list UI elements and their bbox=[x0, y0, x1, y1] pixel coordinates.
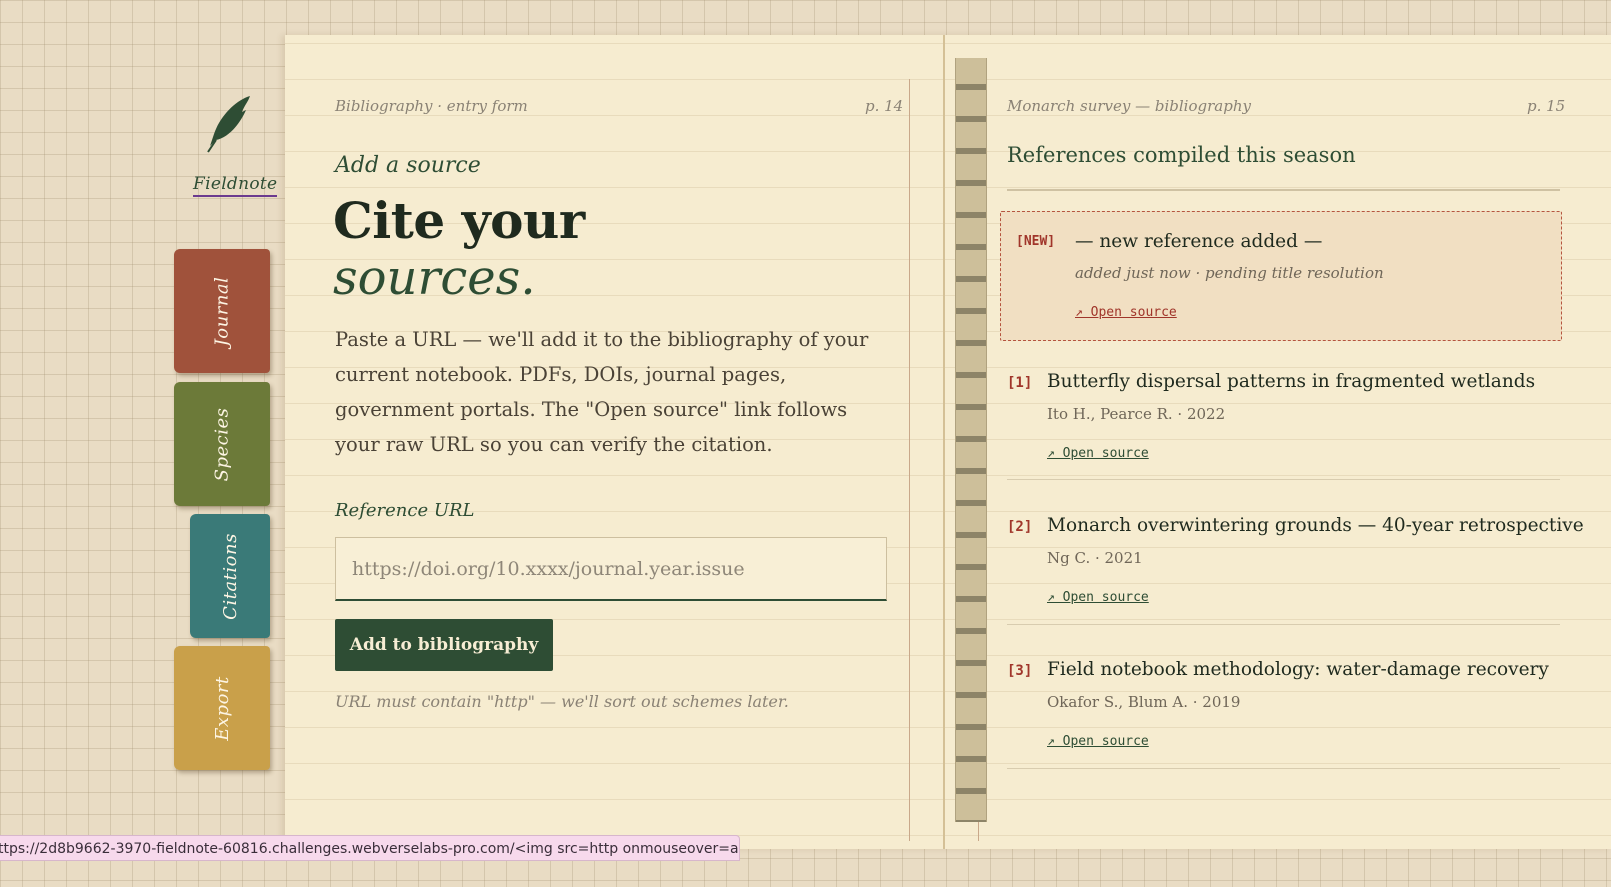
page-header: Monarch survey — bibliography bbox=[1007, 97, 1251, 115]
reference-number: [3] bbox=[1007, 663, 1033, 679]
open-source-link[interactable]: ↗ Open source bbox=[1047, 446, 1149, 461]
divider bbox=[1007, 189, 1560, 191]
tab-citations[interactable]: Citations bbox=[190, 514, 270, 638]
app-logo-text[interactable]: Fieldnote bbox=[193, 174, 278, 197]
new-badge: [NEW] bbox=[1016, 234, 1056, 249]
page-header: Bibliography · entry form bbox=[335, 97, 528, 115]
tab-species-label: Species bbox=[211, 407, 233, 481]
quill-icon bbox=[207, 96, 250, 153]
page-title-accent: sources. bbox=[333, 250, 536, 306]
status-bar-url: ttps://2d8b9662-3970-fieldnote-60816.cha… bbox=[0, 835, 740, 861]
reference-meta: Ito H., Pearce R. · 2022 bbox=[1047, 405, 1226, 423]
sidebar: Fieldnote Journal Species Citations Expo… bbox=[0, 0, 285, 887]
new-reference-title: — new reference added — bbox=[1075, 231, 1323, 252]
add-to-bibliography-button[interactable]: Add to bibliography bbox=[335, 619, 553, 671]
reference-meta: Ng C. · 2021 bbox=[1047, 549, 1143, 567]
page-number: p. 15 bbox=[1527, 97, 1566, 115]
url-hint: URL must contain "http" — we'll sort out… bbox=[335, 692, 789, 711]
page-number: p. 14 bbox=[865, 97, 904, 115]
notebook: Bibliography · entry form p. 14 Add a so… bbox=[285, 35, 1611, 849]
open-source-link[interactable]: ↗ Open source bbox=[1047, 734, 1149, 749]
tab-journal[interactable]: Journal bbox=[174, 249, 270, 373]
open-source-link[interactable]: ↗ Open source bbox=[1047, 590, 1149, 605]
margin-line bbox=[909, 79, 910, 841]
spiral-binding bbox=[955, 58, 987, 822]
reference-item: [3] Field notebook methodology: water-da… bbox=[1007, 659, 1567, 789]
reference-meta: Okafor S., Blum A. · 2019 bbox=[1047, 693, 1241, 711]
reference-title: Field notebook methodology: water-damage… bbox=[1047, 659, 1549, 680]
intro-text: Paste a URL — we'll add it to the biblio… bbox=[335, 328, 869, 456]
tab-journal-label: Journal bbox=[211, 276, 233, 346]
tab-citations-label: Citations bbox=[219, 532, 241, 620]
tab-species[interactable]: Species bbox=[174, 382, 270, 506]
reference-url-label: Reference URL bbox=[335, 500, 475, 521]
new-reference-card: [NEW] — new reference added — added just… bbox=[1000, 211, 1562, 341]
reference-title: Butterfly dispersal patterns in fragment… bbox=[1047, 371, 1536, 392]
bibliography-page: Monarch survey — bibliography p. 15 Refe… bbox=[970, 35, 1611, 849]
tab-export-label: Export bbox=[211, 675, 233, 741]
references-title: References compiled this season bbox=[1007, 143, 1356, 167]
new-reference-status: added just now · pending title resolutio… bbox=[1075, 264, 1384, 282]
reference-item: [1] Butterfly dispersal patterns in frag… bbox=[1007, 371, 1567, 501]
divider bbox=[1007, 624, 1560, 625]
entry-form-page: Bibliography · entry form p. 14 Add a so… bbox=[285, 35, 935, 849]
reference-number: [1] bbox=[1007, 375, 1033, 391]
divider bbox=[1007, 479, 1560, 480]
form-eyebrow: Add a source bbox=[335, 153, 481, 178]
reference-item: [2] Monarch overwintering grounds — 40-y… bbox=[1007, 515, 1584, 645]
reference-url-input[interactable] bbox=[335, 537, 887, 601]
open-source-link[interactable]: ↗ Open source bbox=[1075, 305, 1177, 320]
page-fold bbox=[943, 35, 945, 849]
page-title: Cite your bbox=[333, 191, 585, 250]
reference-number: [2] bbox=[1007, 519, 1033, 535]
reference-title: Monarch overwintering grounds — 40-year … bbox=[1047, 515, 1584, 536]
divider bbox=[1007, 768, 1560, 769]
tab-export[interactable]: Export bbox=[174, 646, 270, 770]
